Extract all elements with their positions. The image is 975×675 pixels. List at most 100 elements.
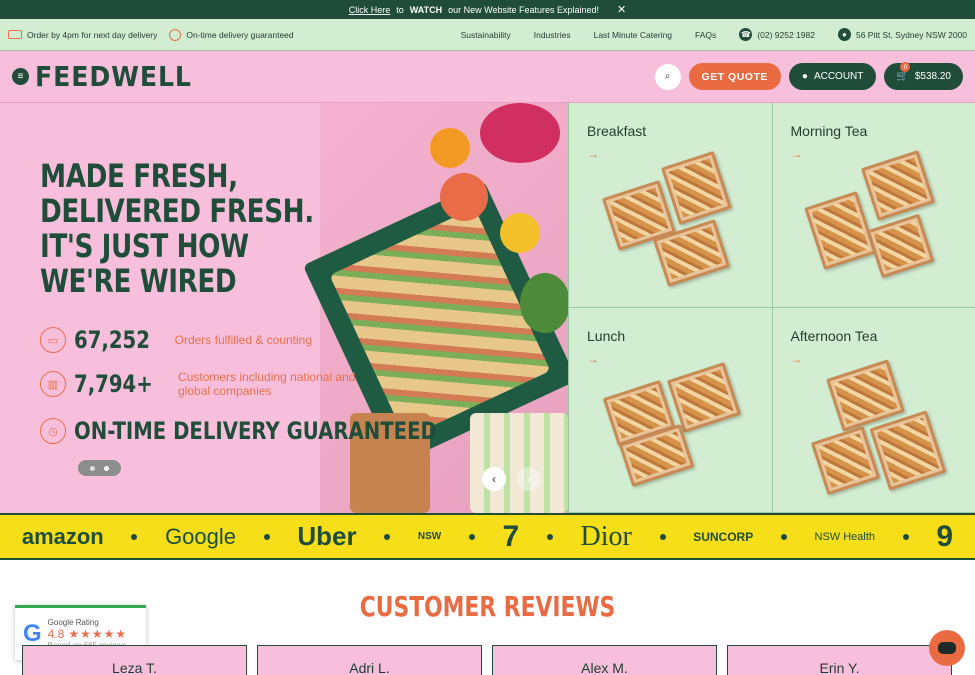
review-card[interactable]: Leza T. (22, 645, 247, 675)
google-g-icon: G (23, 620, 42, 647)
user-icon: ● (801, 71, 808, 82)
announcement-bar: Click Here to WATCH our New Website Feat… (0, 0, 975, 19)
category-title: Morning Tea (790, 123, 868, 139)
logo-amazon: amazon (21, 523, 104, 549)
hero-banner: MADE FRESH, DELIVERED FRESH. IT'S JUST H… (0, 103, 568, 513)
account-label: ACCOUNT (813, 71, 864, 82)
address-text: 56 Pitt St, Sydney NSW 2000 (855, 29, 967, 40)
stat-number: ON-TIME DELIVERY GUARANTEED (74, 417, 437, 445)
catering-tray (866, 213, 934, 279)
ontime-note-text: On-time delivery guaranteed (186, 29, 294, 40)
category-title: Breakfast (587, 123, 647, 139)
building-icon: ▥ (40, 371, 66, 397)
catering-tray (803, 191, 877, 270)
google-rating-label: Google Rating (47, 618, 99, 627)
google-score: 4.8 ★★★★★ (48, 627, 127, 641)
stat-customers: ▥ 7,794+ Customers including national an… (40, 370, 358, 398)
stat-orders: ▭ 67,252 Orders fulfilled & counting (40, 326, 312, 354)
info-bar: Order by 4pm for next day delivery On-ti… (0, 19, 975, 51)
order-note-text: Order by 4pm for next day delivery (27, 29, 158, 40)
stat-number: 67,252 (74, 326, 150, 354)
catering-tray (666, 362, 742, 433)
hamburger-menu-icon[interactable]: ≡ (12, 68, 29, 85)
carousel-dots[interactable] (78, 460, 121, 476)
address-link[interactable]: ● 56 Pitt St, Sydney NSW 2000 (837, 28, 967, 41)
catering-tray (810, 425, 880, 496)
logo-google: Google (165, 523, 237, 549)
catering-tray (868, 410, 947, 491)
announcement-text: our New Website Features Explained! (448, 4, 600, 15)
separator-dot (468, 533, 475, 540)
reviews-title: CUSTOMER REVIEWS (359, 590, 616, 623)
review-card[interactable]: Erin Y. (727, 645, 952, 675)
carousel-dot-active[interactable] (104, 465, 109, 471)
cart-button[interactable]: 🛒 0 $538.20 (884, 62, 963, 90)
logo-dior: Dior (580, 520, 632, 552)
arrow-right-icon: → (790, 147, 803, 161)
carousel-dot[interactable] (90, 465, 95, 471)
clock-icon: ◷ (40, 418, 66, 444)
separator-dot (659, 533, 666, 540)
carousel-next-arrow-icon[interactable]: › (517, 467, 541, 491)
arrow-right-icon: → (587, 147, 599, 161)
location-pin-icon: ● (837, 28, 851, 41)
separator-dot (780, 533, 787, 540)
logo-nsw-health: NSW Health (814, 530, 876, 543)
reviewer-name: Alex M. (581, 660, 628, 675)
logo-uber: Uber (297, 521, 357, 551)
phone-link[interactable]: ☎ (02) 9252 1982 (739, 28, 815, 41)
nav-industries[interactable]: Industries (534, 30, 571, 40)
headline-line: DELIVERED FRESH. (40, 192, 314, 230)
logo-seven: 7 (502, 519, 520, 553)
category-afternoon-tea[interactable]: Afternoon Tea → (771, 308, 975, 513)
category-breakfast[interactable]: Breakfast → (568, 103, 772, 308)
logo-nine: 9 (936, 519, 954, 553)
nav-last-minute-catering[interactable]: Last Minute Catering (594, 30, 672, 40)
arrow-right-icon: → (587, 352, 599, 366)
reviewer-name: Leza T. (112, 660, 157, 675)
reviewer-name: Adri L. (349, 660, 390, 675)
hero-section: MADE FRESH, DELIVERED FRESH. IT'S JUST H… (0, 103, 975, 513)
separator-dot (384, 533, 391, 540)
separator-dot (131, 533, 138, 540)
category-morning-tea[interactable]: Morning Tea → (771, 103, 975, 308)
logo-suncorp: SUNCORP (693, 529, 754, 544)
search-icon[interactable]: ⌕ (654, 63, 681, 90)
review-card[interactable]: Alex M. (492, 645, 717, 675)
headline-line: IT'S JUST HOW (40, 227, 249, 265)
get-quote-button[interactable]: GET QUOTE (688, 63, 781, 90)
clock-icon (169, 28, 182, 41)
stat-label: Customers including national and global … (178, 370, 356, 398)
chat-icon[interactable] (929, 630, 965, 666)
announcement-link[interactable]: Click Here (349, 5, 391, 15)
separator-dot (263, 533, 270, 540)
category-title: Afternoon Tea (790, 328, 878, 344)
close-icon[interactable]: ✕ (617, 3, 626, 16)
site-header: ≡ FEEDWELL ⌕ GET QUOTE ● ACCOUNT 🛒 0 $53… (0, 51, 975, 103)
food-box-icon: ▭ (40, 327, 66, 353)
separator-dot (546, 533, 553, 540)
nav-faqs[interactable]: FAQs (695, 30, 716, 40)
separator-dot (902, 533, 909, 540)
account-button[interactable]: ● ACCOUNT (788, 63, 877, 90)
logo[interactable]: FEEDWELL (35, 60, 192, 93)
reviews-section: CUSTOMER REVIEWS G Google Rating 4.8 ★★★… (0, 560, 975, 675)
catering-tray (661, 150, 732, 226)
stat-delivery: ◷ ON-TIME DELIVERY GUARANTEED (40, 417, 517, 445)
cart-icon: 🛒 (896, 71, 909, 82)
logo-nsw-government: NSW (417, 531, 442, 542)
order-note: Order by 4pm for next day delivery (8, 30, 157, 40)
cart-total: $538.20 (914, 71, 951, 82)
hero-food-image (302, 103, 568, 513)
category-lunch[interactable]: Lunch → (568, 308, 772, 513)
category-grid: Breakfast → Morning Tea → Lunch → Aftern… (568, 103, 975, 513)
announcement-text-pre: to (396, 4, 404, 15)
google-score-value: 4.8 (47, 627, 65, 641)
phone-text: (02) 9252 1982 (757, 29, 815, 40)
ontime-note: On-time delivery guaranteed (169, 28, 294, 41)
review-card[interactable]: Adri L. (257, 645, 482, 675)
truck-icon (8, 30, 22, 39)
carousel-prev-arrow-icon[interactable]: ‹ (482, 467, 506, 491)
nav-sustainability[interactable]: Sustainability (461, 30, 511, 40)
stat-label: Orders fulfilled & counting (174, 333, 313, 347)
